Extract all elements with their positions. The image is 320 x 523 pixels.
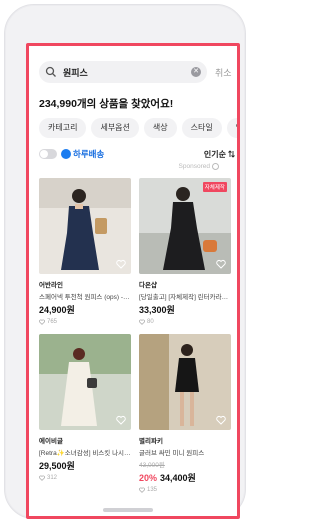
search-icon [45, 66, 56, 77]
likes-value: 312 [47, 475, 58, 481]
cancel-button[interactable]: 취소 [215, 66, 232, 79]
price-value: 24,900원 [39, 305, 75, 315]
heart-icon[interactable] [116, 259, 126, 269]
heart-outline-icon [139, 487, 145, 493]
heart-icon[interactable] [216, 415, 226, 425]
delivery-toggle[interactable] [39, 149, 57, 159]
product-name: 글러브 싸민 미니 원피스 [139, 450, 205, 457]
product-price: 33,300원 [139, 303, 231, 316]
product-price: 24,900원 [39, 303, 131, 316]
product-name: 스페어넥 투천척 원피스 (ops) - 3... [39, 294, 131, 301]
sort-button[interactable]: 인기순 [204, 149, 235, 160]
likes-count: 312 [39, 475, 131, 481]
product-image[interactable] [139, 334, 231, 430]
product-name: [당일출고] [자체제작] 린터카라롱... [139, 294, 231, 301]
likes-value: 80 [147, 319, 154, 325]
product-card[interactable]: 자체제작 다온샵 [당일출고] [자체제작] 린터카라롱... 33,300원 … [139, 178, 231, 325]
info-icon[interactable] [212, 163, 219, 170]
likes-value: 765 [47, 319, 58, 325]
store-name: 별리파키 [139, 438, 163, 445]
likes-value: 135 [147, 487, 158, 493]
likes-count: 80 [139, 319, 231, 325]
chip-category[interactable]: 카테고리 [39, 118, 87, 138]
heart-outline-icon [139, 319, 145, 325]
product-image[interactable] [39, 178, 131, 274]
product-card[interactable]: 별리파키 글러브 싸민 미니 원피스 43,000원 20% 34,400원 13… [139, 334, 231, 493]
product-price: 29,500원 [39, 459, 131, 472]
search-query: 원피스 [63, 67, 88, 78]
likes-count: 135 [139, 487, 231, 493]
search-input[interactable]: 원피스 ✕ [39, 61, 207, 83]
original-price: 43,000원 [139, 462, 165, 469]
product-badge: 자체제작 [202, 182, 227, 192]
home-indicator [103, 508, 153, 512]
price-value: 34,400원 [160, 473, 196, 483]
product-image[interactable] [39, 334, 131, 430]
price-value: 33,300원 [139, 305, 175, 315]
sponsored-label: Sponsored [179, 163, 219, 170]
heart-outline-icon [39, 475, 45, 481]
sort-arrows-icon [228, 150, 235, 158]
chip-options[interactable]: 세부옵션 [91, 118, 139, 138]
clear-icon[interactable]: ✕ [191, 67, 201, 77]
filter-row: 하루배송 인기순 [39, 146, 235, 162]
filter-chips: 카테고리 세부옵션 색상 스타일 연령 가격 [39, 118, 237, 138]
sponsored-text: Sponsored [178, 163, 210, 170]
price-value: 29,500원 [39, 461, 75, 471]
delivery-label: 하루배송 [73, 149, 105, 159]
store-name: 어반라인 [39, 282, 63, 289]
product-card[interactable]: 에이비글 [Retra✨소녀감성] 비스킷 나시 ... 29,500원 312 [39, 334, 131, 481]
sort-label: 인기순 [203, 149, 226, 159]
store-name: 다온샵 [139, 282, 157, 289]
app-screen: 원피스 ✕ 취소 234,990개의 상품을 찾았어요! 카테고리 세부옵션 색… [26, 43, 240, 519]
search-row: 원피스 ✕ 취소 [39, 60, 237, 84]
store-name: 에이비글 [39, 438, 63, 445]
chip-color[interactable]: 색상 [143, 118, 177, 138]
chip-age[interactable]: 연령 [226, 118, 237, 138]
heart-icon[interactable] [116, 415, 126, 425]
product-name: [Retra✨소녀감성] 비스킷 나시 ... [39, 450, 131, 457]
product-price: 20% 34,400원 [139, 471, 231, 484]
likes-count: 765 [39, 319, 131, 325]
result-count-title: 234,990개의 상품을 찾았어요! [39, 98, 174, 110]
delivery-icon [61, 149, 71, 159]
discount-rate: 20% [139, 473, 158, 483]
chip-style[interactable]: 스타일 [181, 118, 222, 138]
heart-icon[interactable] [216, 259, 226, 269]
product-card[interactable]: 어반라인 스페어넥 투천척 원피스 (ops) - 3... 24,900원 7… [39, 178, 131, 325]
heart-outline-icon [39, 319, 45, 325]
product-image[interactable]: 자체제작 [139, 178, 231, 274]
